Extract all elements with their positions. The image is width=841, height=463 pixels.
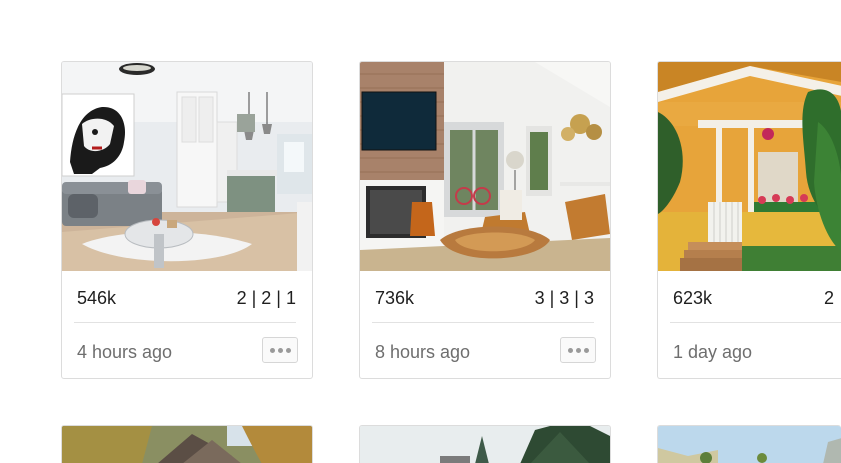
divider [670, 322, 841, 323]
listings-grid: 546k 2 | 2 | 1 4 hours ago 736k 3 | 3 | … [0, 0, 841, 463]
listing-card[interactable] [657, 425, 841, 463]
ellipsis-icon [567, 347, 573, 353]
ellipsis-icon [583, 347, 589, 353]
listing-card[interactable]: 623k 2 1 day ago [657, 61, 841, 379]
listing-photo[interactable] [658, 62, 841, 271]
listing-info: 736k 3 | 3 | 3 8 hours ago [360, 271, 610, 378]
listing-card[interactable] [359, 425, 611, 463]
divider [372, 322, 594, 323]
listing-specs: 2 [824, 288, 835, 308]
listing-info: 623k 2 1 day ago [658, 271, 841, 378]
fireplace-photo-image [360, 62, 610, 271]
divider [74, 322, 296, 323]
listing-price: 623k [673, 288, 713, 308]
ellipsis-icon [285, 347, 291, 353]
kitchen-photo-image [62, 62, 312, 271]
listing-time: 8 hours ago [375, 342, 471, 362]
more-options-button[interactable] [262, 337, 298, 363]
listing-specs: 2 | 2 | 1 [236, 288, 296, 308]
ellipsis-icon [277, 347, 283, 353]
listing-price: 736k [375, 288, 415, 308]
listing-card[interactable]: 546k 2 | 2 | 1 4 hours ago [61, 61, 313, 379]
listing-specs: 3 | 3 | 3 [534, 288, 594, 308]
listing-photo[interactable] [658, 426, 841, 463]
listing-time: 1 day ago [673, 342, 753, 362]
listing-photo[interactable] [360, 426, 610, 463]
ellipsis-icon [575, 347, 581, 353]
listing-info: 546k 2 | 2 | 1 4 hours ago [62, 271, 312, 378]
ellipsis-icon [269, 347, 275, 353]
listing-photo[interactable] [62, 62, 312, 271]
listing-photo[interactable] [360, 62, 610, 271]
more-options-button[interactable] [560, 337, 596, 363]
listing-card[interactable] [61, 425, 313, 463]
listing-time: 4 hours ago [77, 342, 173, 362]
listing-photo[interactable] [62, 426, 312, 463]
house-exterior-photo-image [658, 62, 841, 271]
listing-price: 546k [77, 288, 117, 308]
listing-card[interactable]: 736k 3 | 3 | 3 8 hours ago [359, 61, 611, 379]
